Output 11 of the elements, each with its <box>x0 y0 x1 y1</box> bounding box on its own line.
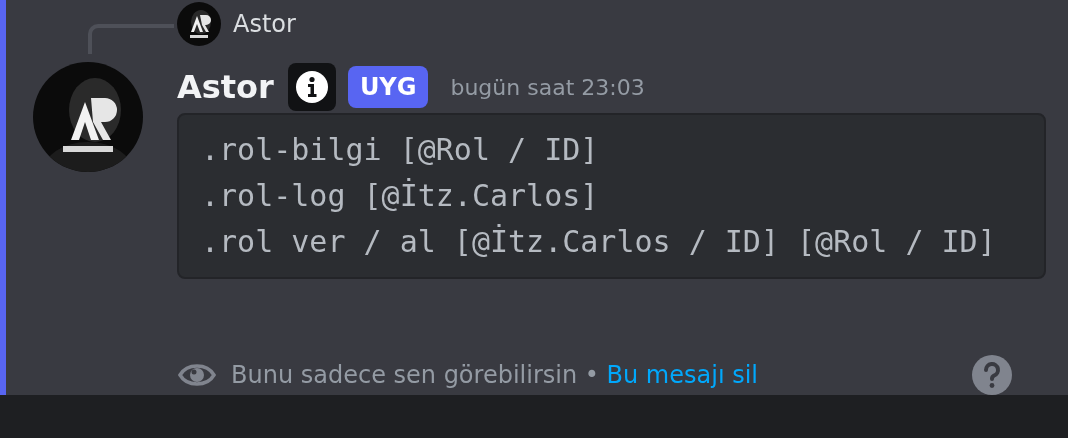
ephemeral-notice: Bunu sadece sen görebilirsin • Bu mesajı sil <box>231 361 760 389</box>
code-line: .rol-bilgi [@Rol / ID] <box>201 131 600 169</box>
username[interactable]: Astor <box>177 68 274 107</box>
code-line: .rol-log [@İtz.Carlos] <box>201 177 600 215</box>
info-icon <box>287 63 336 112</box>
code-line: .rol ver / al [@İtz.Carlos / ID] [@Rol / ID] <box>201 223 997 261</box>
help-icon[interactable] <box>972 355 1012 395</box>
delete-message-link[interactable]: Bu mesajı sil <box>606 361 759 389</box>
reply-username[interactable]: Astor <box>233 9 296 38</box>
timestamp: bugün saat 23:03 <box>450 74 645 100</box>
app-tag: UYG <box>347 66 429 109</box>
